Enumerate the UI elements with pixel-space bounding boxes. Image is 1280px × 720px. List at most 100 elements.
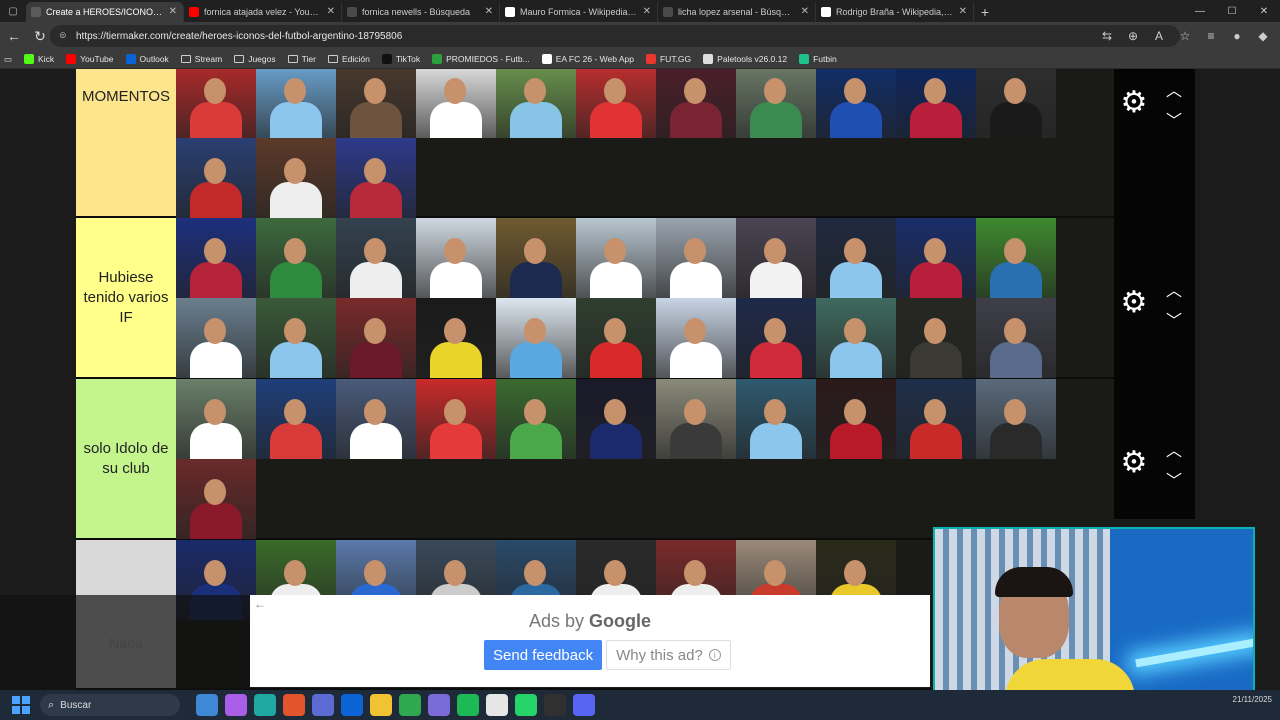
tab-close-icon[interactable]: ✕ — [801, 6, 809, 17]
tab-close-icon[interactable]: ✕ — [959, 6, 967, 17]
minimize-icon[interactable]: — — [1184, 0, 1216, 22]
bookmark-item[interactable]: Paletools v26.0.12 — [703, 54, 787, 64]
favorites-icon[interactable]: ≡ — [1202, 26, 1220, 46]
player-card[interactable] — [896, 379, 976, 459]
url-field[interactable]: ⊜ https://tiermaker.com/create/heroes-ic… — [50, 25, 1180, 47]
bookmark-item[interactable]: Stream — [180, 54, 222, 64]
window-menu-icon[interactable]: ▢ — [0, 0, 26, 22]
player-card[interactable] — [416, 218, 496, 298]
brave-icon[interactable] — [282, 694, 305, 716]
player-card[interactable] — [496, 298, 576, 378]
settings-gear-icon[interactable]: ⚙ — [1120, 288, 1148, 318]
tab-close-icon[interactable]: ✕ — [643, 6, 651, 17]
extension-icon[interactable]: ● — [1228, 26, 1246, 46]
player-card[interactable] — [336, 138, 416, 218]
browser-tab[interactable]: fornica atajada velez - YouTube ✕ — [184, 2, 342, 22]
player-card[interactable] — [176, 69, 256, 138]
move-up-chevron-icon[interactable]: ︿ — [1162, 77, 1186, 100]
player-card[interactable] — [576, 69, 656, 138]
player-card[interactable] — [976, 379, 1056, 459]
player-card[interactable] — [496, 218, 576, 298]
spotify-icon[interactable] — [456, 694, 479, 716]
tier-label[interactable]: MOMENTOS — [76, 69, 176, 216]
player-card[interactable] — [256, 69, 336, 138]
player-card[interactable] — [976, 298, 1056, 378]
player-card[interactable] — [656, 218, 736, 298]
tier-label[interactable]: solo Idolo de su club — [76, 379, 176, 538]
bookmark-item[interactable]: Futbin — [799, 54, 837, 64]
player-card[interactable] — [336, 69, 416, 138]
player-card[interactable] — [576, 298, 656, 378]
player-card[interactable] — [656, 379, 736, 459]
zoom-icon[interactable]: ⊕ — [1124, 26, 1142, 46]
send-feedback-button[interactable]: Send feedback — [484, 640, 603, 670]
player-card[interactable] — [176, 379, 256, 459]
browser-tab[interactable]: Mauro Formica - Wikipedia, la en ✕ — [500, 2, 658, 22]
tier-label[interactable]: Hubiese tenido varios IF — [76, 218, 176, 377]
player-card[interactable] — [896, 298, 976, 378]
copilot-icon[interactable]: ◆ — [1254, 26, 1272, 46]
player-card[interactable] — [896, 69, 976, 138]
player-card[interactable] — [736, 69, 816, 138]
bookmark-item[interactable]: YouTube — [66, 54, 114, 64]
maximize-icon[interactable]: ☐ — [1216, 0, 1248, 22]
widgets-icon[interactable] — [195, 694, 218, 716]
player-card[interactable] — [816, 69, 896, 138]
player-card[interactable] — [816, 298, 896, 378]
edge-icon[interactable] — [253, 694, 276, 716]
player-card[interactable] — [736, 218, 816, 298]
move-up-chevron-icon[interactable]: ︿ — [1162, 277, 1186, 300]
player-card[interactable] — [176, 138, 256, 218]
bookmarks-menu-icon[interactable]: ▭ — [4, 54, 12, 65]
player-card[interactable] — [736, 379, 816, 459]
player-card[interactable] — [656, 298, 736, 378]
outlook-icon[interactable] — [340, 694, 363, 716]
bookmark-item[interactable]: FUT.GG — [645, 54, 691, 64]
bookmark-item[interactable]: Juegos — [234, 54, 276, 64]
player-card[interactable] — [496, 69, 576, 138]
obs-icon[interactable] — [543, 694, 566, 716]
player-card[interactable] — [416, 298, 496, 378]
move-down-chevron-icon[interactable]: ﹀ — [1162, 307, 1186, 330]
player-card[interactable] — [416, 69, 496, 138]
player-card[interactable] — [256, 218, 336, 298]
player-card[interactable] — [976, 69, 1056, 138]
player-card[interactable] — [496, 379, 576, 459]
player-card[interactable] — [336, 379, 416, 459]
player-card[interactable] — [576, 379, 656, 459]
bookmark-item[interactable]: EA FC 26 - Web App — [541, 54, 634, 64]
why-this-ad-button[interactable]: Why this ad? i — [606, 640, 731, 670]
bookmark-item[interactable]: TikTok — [381, 54, 420, 64]
copilot-icon[interactable] — [224, 694, 247, 716]
player-card[interactable] — [336, 298, 416, 378]
discord-alt-icon[interactable] — [427, 694, 450, 716]
player-card[interactable] — [176, 459, 256, 539]
move-up-chevron-icon[interactable]: ︿ — [1162, 437, 1186, 460]
browser-tab[interactable]: licha lopez arsenal - Búsqueda In ✕ — [658, 2, 816, 22]
ad-back-icon[interactable]: ← — [254, 597, 266, 611]
whatsapp-icon[interactable] — [514, 694, 537, 716]
browser-tab[interactable]: Rodrigo Braña - Wikipedia, la enc ✕ — [816, 2, 974, 22]
refresh-icon[interactable]: ↻ — [28, 24, 52, 48]
teams-icon[interactable] — [311, 694, 334, 716]
start-icon[interactable] — [12, 696, 30, 714]
player-card[interactable] — [816, 379, 896, 459]
discord-icon[interactable] — [572, 694, 595, 716]
settings-gear-icon[interactable]: ⚙ — [1120, 88, 1148, 118]
explorer-icon[interactable] — [369, 694, 392, 716]
new-tab-button[interactable]: + — [974, 2, 996, 22]
player-card[interactable] — [416, 379, 496, 459]
tab-close-icon[interactable]: ✕ — [327, 6, 335, 17]
translate-icon[interactable]: ⇆ — [1098, 26, 1116, 46]
player-card[interactable] — [656, 69, 736, 138]
bookmark-item[interactable]: Outlook — [125, 54, 169, 64]
player-card[interactable] — [256, 138, 336, 218]
read-aloud-icon[interactable]: A — [1150, 26, 1168, 46]
player-card[interactable] — [336, 218, 416, 298]
player-card[interactable] — [976, 218, 1056, 298]
player-card[interactable] — [176, 298, 256, 378]
back-icon[interactable]: ← — [2, 24, 26, 48]
capcut-icon[interactable] — [485, 694, 508, 716]
bookmark-item[interactable]: Kick — [24, 54, 54, 64]
browser-tab[interactable]: fornica newells - Búsqueda ✕ — [342, 2, 500, 22]
